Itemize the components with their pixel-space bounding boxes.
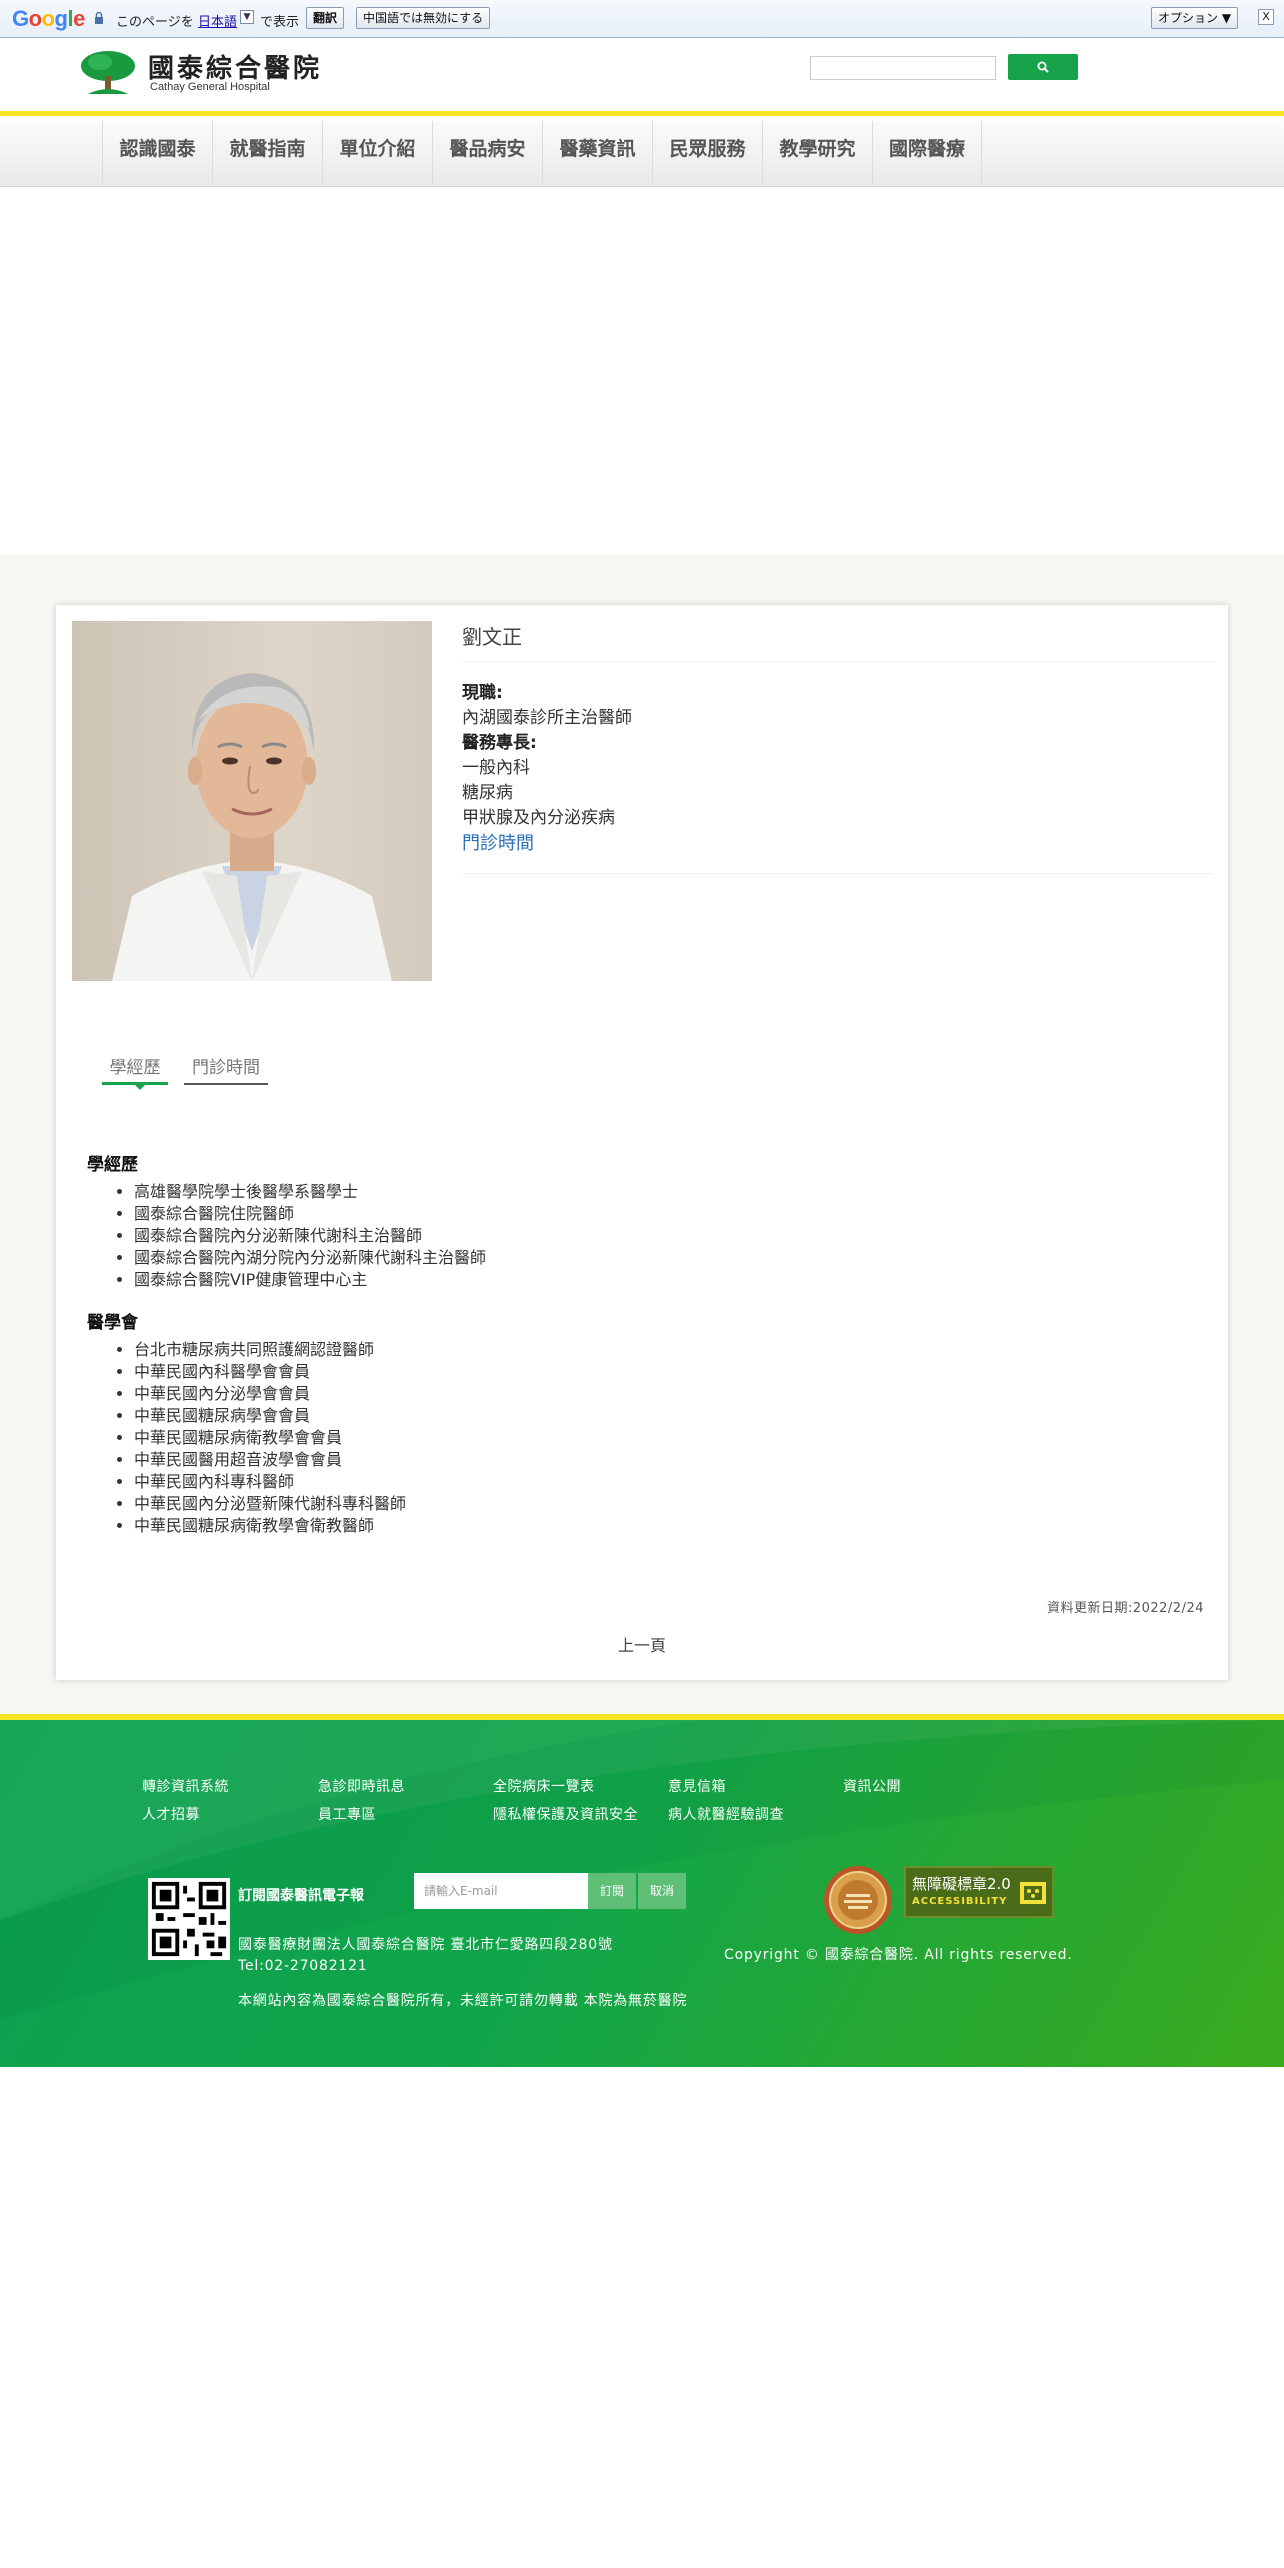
accessibility-badge-subtitle: ACCESSIBILITY bbox=[912, 1896, 1008, 1907]
list-item: 台北市糖尿病共同照護網認證醫師 bbox=[134, 1339, 406, 1361]
list-item: 中華民國糖尿病衛教學會衛教醫師 bbox=[134, 1515, 406, 1537]
newsletter-title: 訂閱國泰醫訊電子報 bbox=[238, 1888, 364, 1904]
specialty-item: 甲狀腺及內分泌疾病 bbox=[462, 808, 615, 828]
doctor-photo bbox=[72, 621, 432, 981]
unsubscribe-button[interactable]: 取消 bbox=[638, 1873, 686, 1909]
footer-link-feedback[interactable]: 意見信箱 bbox=[668, 1776, 726, 1796]
footer-link-emergency[interactable]: 急診即時訊息 bbox=[318, 1776, 405, 1796]
language-dropdown-icon[interactable]: ▼ bbox=[240, 10, 254, 24]
footer-link-beds[interactable]: 全院病床一覽表 bbox=[493, 1776, 595, 1796]
main-nav: 認識國泰 就醫指南 單位介紹 醫品病安 醫藥資訊 民眾服務 教學研究 國際醫療 bbox=[0, 121, 1284, 187]
nav-item-medical-info[interactable]: 醫藥資訊 bbox=[542, 121, 652, 187]
specialty-item: 一般內科 bbox=[462, 758, 530, 778]
list-item: 中華民國內科醫學會會員 bbox=[134, 1361, 406, 1383]
doctor-name: 劉文正 bbox=[462, 625, 522, 649]
list-item: 中華民國內科專科醫師 bbox=[134, 1471, 406, 1493]
list-item: 中華民國內分泌學會會員 bbox=[134, 1383, 406, 1405]
position-value: 內湖國泰診所主治醫師 bbox=[462, 708, 632, 728]
email-field[interactable]: 請輸入E-mail bbox=[414, 1873, 588, 1909]
schedule-link[interactable]: 門診時間 bbox=[462, 831, 632, 856]
options-button[interactable]: オプション ▼ bbox=[1151, 7, 1239, 29]
search-input[interactable] bbox=[810, 56, 996, 80]
nav-item-quality[interactable]: 醫品病安 bbox=[432, 121, 542, 187]
google-logo: Google bbox=[12, 6, 85, 31]
site-header: 國泰綜合醫院 Cathay General Hospital bbox=[0, 38, 1284, 116]
translate-button[interactable]: 翻訳 bbox=[306, 7, 345, 29]
logo-subtitle: Cathay General Hospital bbox=[150, 81, 270, 93]
translate-text-before: このページを bbox=[116, 15, 194, 30]
nav-item-public-service[interactable]: 民眾服務 bbox=[652, 121, 762, 187]
logo-title[interactable]: 國泰綜合醫院 bbox=[148, 48, 322, 85]
footer-link-referral[interactable]: 轉診資訊系統 bbox=[142, 1776, 229, 1796]
copyright: Copyright © 國泰綜合醫院. All rights reserved. bbox=[724, 1947, 1073, 1963]
subscribe-button[interactable]: 訂閱 bbox=[588, 1873, 636, 1909]
list-item: 國泰綜合醫院內湖分院內分泌新陳代謝科主治醫師 bbox=[134, 1247, 486, 1269]
footer-address: 國泰醫療財團法人國泰綜合醫院 臺北市仁愛路四段280號 bbox=[238, 1937, 613, 1953]
specialty-label: 醫務專長: bbox=[462, 733, 537, 753]
close-icon[interactable]: X bbox=[1258, 9, 1274, 25]
position-label: 現職: bbox=[462, 683, 503, 703]
list-item: 高雄醫學院學士後醫學系醫學士 bbox=[134, 1181, 486, 1203]
list-item: 國泰綜合醫院內分泌新陳代謝科主治醫師 bbox=[134, 1225, 486, 1247]
site-footer: 轉診資訊系統 急診即時訊息 全院病床一覽表 意見信箱 資訊公開 人才招募 員工專… bbox=[0, 1714, 1284, 2067]
nav-item-about[interactable]: 認識國泰 bbox=[102, 121, 212, 187]
societies-list: 台北市糖尿病共同照護網認證醫師 中華民國內科醫學會會員 中華民國內分泌學會會員 … bbox=[116, 1339, 406, 1537]
active-tab-indicator bbox=[134, 1084, 146, 1090]
translate-bar: Google このページを 日本語 ▼ で表示 翻訳 中国語では無効にする オプ… bbox=[0, 0, 1284, 38]
language-link[interactable]: 日本語 bbox=[198, 11, 237, 30]
list-item: 中華民國糖尿病衛教學會會員 bbox=[134, 1427, 406, 1449]
footer-link-privacy[interactable]: 隱私權保護及資訊安全 bbox=[493, 1804, 638, 1824]
list-item: 國泰綜合醫院VIP健康管理中心主 bbox=[134, 1269, 486, 1291]
certification-badge-icon[interactable] bbox=[822, 1864, 894, 1936]
accessibility-badge-title: 無障礙標章2.0 bbox=[912, 1875, 1011, 1893]
accessibility-icon bbox=[1020, 1882, 1046, 1904]
qr-code bbox=[148, 1878, 230, 1960]
update-date: 資料更新日期:2022/2/24 bbox=[1046, 1601, 1204, 1616]
disable-translate-button[interactable]: 中国語では無効にする bbox=[356, 7, 491, 29]
hospital-logo-icon[interactable] bbox=[80, 50, 136, 96]
societies-title: 醫學會 bbox=[87, 1313, 138, 1333]
previous-page-link[interactable]: 上一頁 bbox=[56, 1632, 1228, 1656]
nav-item-guide[interactable]: 就醫指南 bbox=[212, 121, 322, 187]
accessibility-badge[interactable]: 無障礙標章2.0 ACCESSIBILITY bbox=[904, 1866, 1054, 1918]
tab-education[interactable]: 學經歷 bbox=[102, 1055, 168, 1085]
divider bbox=[462, 661, 1214, 662]
footer-link-staff[interactable]: 員工專區 bbox=[318, 1804, 376, 1824]
footer-tel: Tel:02-27082121 bbox=[238, 1958, 368, 1974]
footer-link-disclosure[interactable]: 資訊公開 bbox=[843, 1776, 901, 1796]
translate-text-after: で表示 bbox=[260, 15, 300, 30]
education-title: 學經歷 bbox=[87, 1155, 138, 1175]
search-button[interactable] bbox=[1008, 54, 1078, 80]
list-item: 中華民國內分泌暨新陳代謝科專科醫師 bbox=[134, 1493, 406, 1515]
list-item: 國泰綜合醫院住院醫師 bbox=[134, 1203, 486, 1225]
footer-link-survey[interactable]: 病人就醫經驗調查 bbox=[668, 1804, 784, 1824]
specialty-item: 糖尿病 bbox=[462, 783, 513, 803]
tab-schedule[interactable]: 門診時間 bbox=[184, 1055, 268, 1085]
search-icon bbox=[1037, 61, 1049, 73]
nav-item-international[interactable]: 國際醫療 bbox=[872, 121, 982, 187]
education-list: 高雄醫學院學士後醫學系醫學士 國泰綜合醫院住院醫師 國泰綜合醫院內分泌新陳代謝科… bbox=[116, 1181, 486, 1291]
nav-item-departments[interactable]: 單位介紹 bbox=[322, 121, 432, 187]
footer-note: 本網站內容為國泰綜合醫院所有，未經許可請勿轉載 本院為無菸醫院 bbox=[238, 1993, 688, 2009]
footer-link-recruit[interactable]: 人才招募 bbox=[142, 1804, 200, 1824]
nav-item-teaching[interactable]: 教學研究 bbox=[762, 121, 872, 187]
list-item: 中華民國醫用超音波學會會員 bbox=[134, 1449, 406, 1471]
doctor-info: 現職: 內湖國泰診所主治醫師 醫務專長: 一般內科 糖尿病 甲狀腺及內分泌疾病 … bbox=[462, 681, 632, 856]
lock-icon bbox=[95, 12, 103, 24]
doctor-card: 劉文正 現職: 內湖國泰診所主治醫師 醫務專長: 一般內科 糖尿病 甲狀腺及內分… bbox=[56, 605, 1228, 1680]
list-item: 中華民國糖尿病學會會員 bbox=[134, 1405, 406, 1427]
divider bbox=[462, 873, 1214, 874]
